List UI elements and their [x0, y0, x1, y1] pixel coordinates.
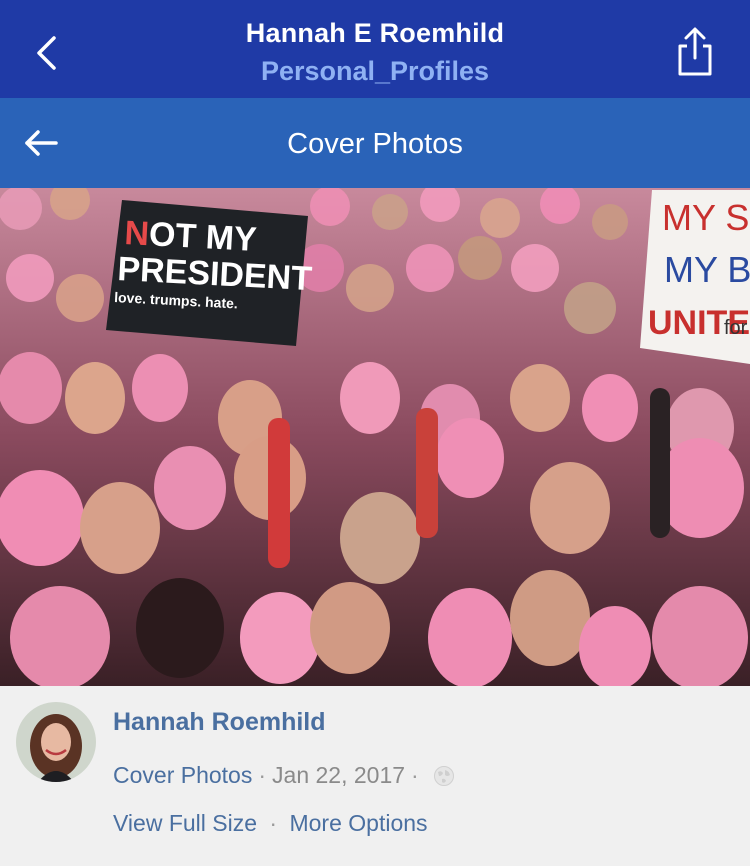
cover-photo[interactable]: NOT MY PRESIDENT love. trumps. hate. MY … — [0, 188, 750, 686]
separator: · — [258, 762, 267, 788]
post-date: Jan 22, 2017 — [272, 762, 406, 788]
separator: · — [411, 762, 419, 788]
nav-title: Hannah E Roemhild — [245, 18, 505, 48]
post-meta: Cover Photos · Jan 22, 2017 · — [113, 762, 455, 789]
crowd-image: NOT MY PRESIDENT love. trumps. hate. MY … — [0, 188, 750, 686]
protest-sign-left: NOT MY PRESIDENT love. trumps. hate. — [106, 200, 313, 346]
sign-left-n: N — [124, 214, 151, 253]
globe-icon — [433, 765, 455, 787]
album-header: Cover Photos — [0, 98, 750, 188]
post-actions: View Full Size · More Options — [113, 810, 428, 837]
avatar-image — [16, 702, 96, 782]
share-icon — [678, 27, 712, 76]
nav-subtitle: Personal_Profiles — [260, 56, 490, 86]
post-info: Hannah Roemhild Cover Photos · Jan 22, 2… — [0, 686, 750, 866]
sign-right-line1: MY S — [662, 197, 749, 238]
nav-bar: Hannah E Roemhild Personal_Profiles — [0, 0, 750, 98]
album-title: Cover Photos — [287, 128, 463, 160]
sign-right-line3-b: for — [724, 317, 748, 339]
share-button[interactable] — [668, 24, 722, 80]
author-name-link[interactable]: Hannah Roemhild — [113, 708, 326, 737]
author-avatar[interactable] — [16, 702, 96, 782]
view-full-size-link[interactable]: View Full Size — [113, 810, 257, 836]
more-options-link[interactable]: More Options — [289, 810, 427, 836]
sign-right-line2: MY B — [664, 249, 750, 290]
album-link[interactable]: Cover Photos — [113, 762, 252, 789]
separator: · — [269, 810, 278, 836]
protest-sign-right: MY S MY B UNITE for — [640, 190, 750, 364]
